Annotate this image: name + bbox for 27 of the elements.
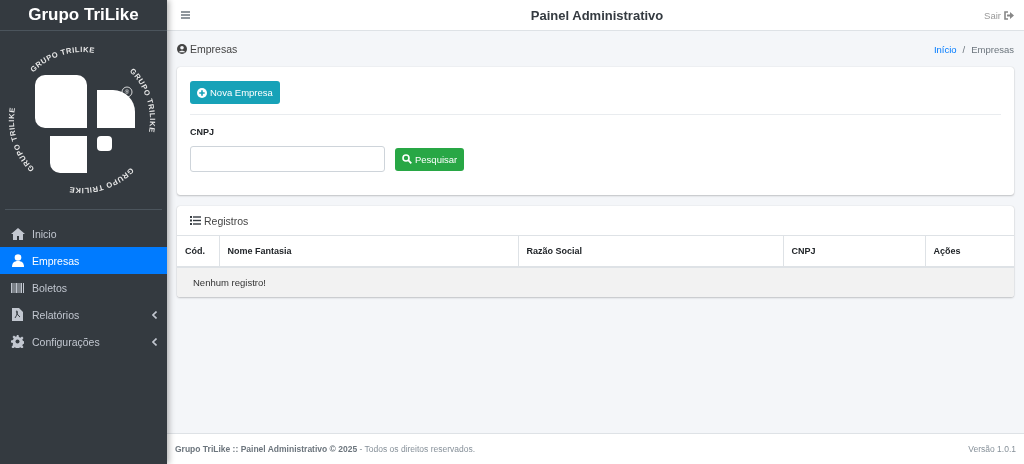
breadcrumb-link[interactable]: Início (933, 43, 957, 55)
sidebar-item[interactable]: Empresas (0, 247, 167, 274)
barcode-icon (11, 282, 24, 293)
footer-copyright: Grupo TriLike :: Painel Administrativo © 2025 - Todos os direitos reservados. (175, 444, 476, 454)
settings-icon (11, 335, 24, 348)
breadcrumb-current: Empresas (971, 43, 1014, 55)
sidebar-item[interactable]: Boletos (0, 274, 167, 301)
empty-message: Nenhum registro! (177, 267, 1014, 297)
user-circle-icon (177, 44, 187, 54)
list-icon (190, 216, 201, 225)
field-label: CNPJ (190, 127, 215, 137)
menu-icon[interactable] (181, 11, 190, 19)
cnpj-field[interactable] (190, 146, 385, 172)
logout-icon (1004, 10, 1014, 20)
version-text: Versão 1.0.1 (968, 444, 1016, 454)
search-icon (402, 154, 412, 164)
sidebar-item[interactable]: Configurações (0, 328, 167, 355)
sidebar-item[interactable]: Relatórios (0, 301, 167, 328)
document-icon (12, 308, 23, 321)
page-title: Empresas (190, 43, 238, 55)
user-icon (11, 254, 24, 267)
sidebar-item[interactable]: Inicio (0, 220, 167, 247)
home-icon (10, 227, 25, 240)
card-title: Registros (204, 214, 249, 227)
header-title: Painel Administrativo (529, 7, 665, 23)
plus-circle-icon (197, 87, 207, 98)
breadcrumb-separator: / (962, 43, 966, 55)
